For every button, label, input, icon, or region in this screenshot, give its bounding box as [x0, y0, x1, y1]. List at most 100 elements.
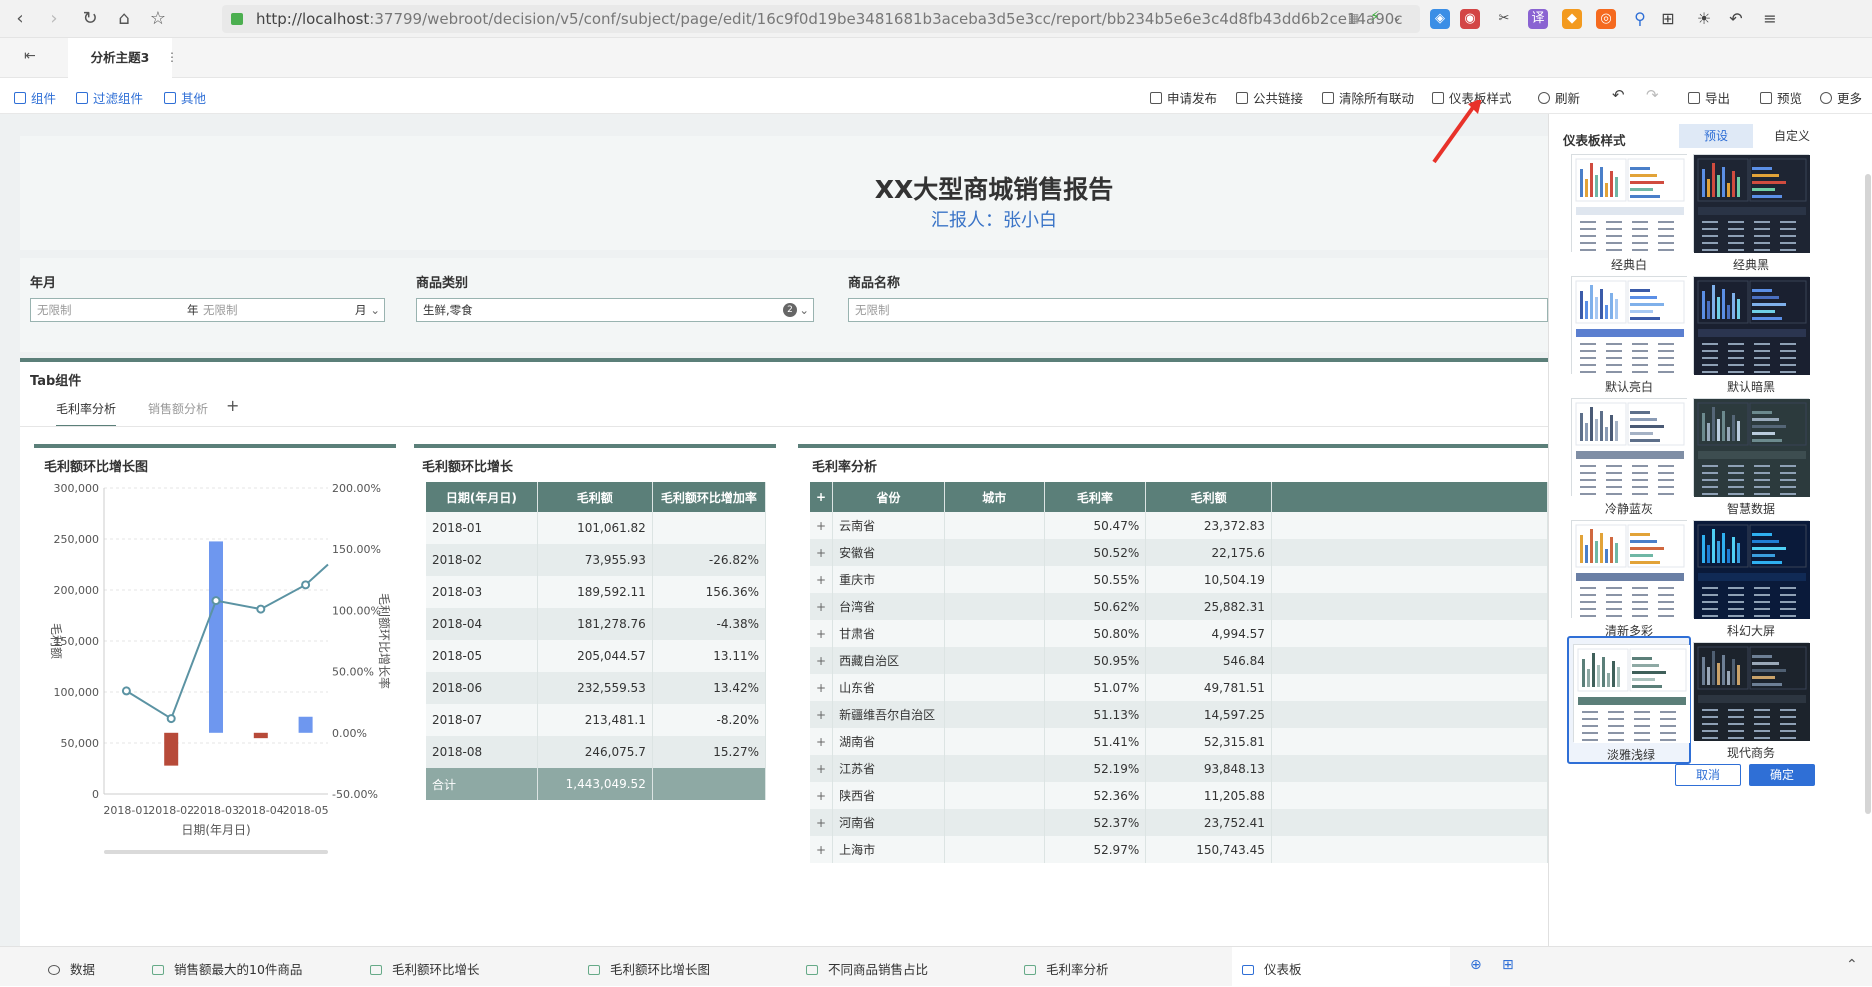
table-row[interactable]: + 云南省 50.47% 23,372.83: [810, 512, 1548, 539]
expand-icon[interactable]: +: [810, 539, 834, 566]
theme-card[interactable]: 清新多彩: [1567, 514, 1691, 642]
combo-chart[interactable]: 300,000250,000200,000150,000100,00050,00…: [34, 476, 396, 946]
expand-icon[interactable]: +: [810, 512, 834, 539]
table-row[interactable]: 2018-04 181,278.76 -4.38%: [426, 608, 767, 640]
table-row[interactable]: 2018-06 232,559.53 13.42%: [426, 672, 767, 704]
add-component-icon[interactable]: ⊕: [1470, 957, 1482, 973]
column-header[interactable]: 城市: [944, 482, 1045, 512]
table-row[interactable]: + 西藏自治区 50.95% 546.84: [810, 647, 1548, 674]
undo-icon[interactable]: ↶: [1612, 86, 1625, 104]
theme-card[interactable]: 淡雅浅绿: [1567, 636, 1691, 764]
bar[interactable]: [209, 541, 223, 733]
bottom-tab-dashboard[interactable]: 仪表板: [1242, 959, 1302, 978]
bottom-tab-growth[interactable]: 毛利额环比增长: [370, 959, 480, 978]
expand-icon[interactable]: +: [810, 674, 834, 701]
theme-card[interactable]: 经典黑: [1689, 148, 1813, 276]
table-panel-margin[interactable]: 毛利率分析 + 省份 城市 毛利率 毛利额 + 云南省 50.47% 23,372.83 + 安徽省…: [798, 444, 1548, 944]
theme-card[interactable]: 现代商务: [1689, 636, 1813, 764]
column-header[interactable]: 日期(年月日): [426, 482, 538, 512]
bottom-tab-growth-chart[interactable]: 毛利额环比增长图: [588, 959, 710, 978]
menu-icon[interactable]: ≡: [1760, 9, 1780, 29]
bar[interactable]: [164, 732, 179, 766]
undo-icon[interactable]: ↶: [1726, 9, 1746, 29]
collapse-up-icon[interactable]: ⌃: [1846, 957, 1858, 973]
data-point[interactable]: [166, 714, 176, 724]
expand-icon[interactable]: +: [810, 566, 834, 593]
table-row[interactable]: + 台湾省 50.62% 25,882.31: [810, 593, 1548, 620]
extension-icon[interactable]: ◉: [1460, 9, 1480, 29]
table-row[interactable]: 2018-05 205,044.57 13.11%: [426, 640, 767, 672]
theme-card[interactable]: 默认亮白: [1567, 270, 1691, 398]
clear-linkage-button[interactable]: 清除所有联动: [1322, 88, 1414, 107]
table-row[interactable]: 2018-08 246,075.7 15.27%: [426, 736, 767, 768]
expand-icon[interactable]: +: [810, 701, 834, 728]
table-row[interactable]: + 江苏省 52.19% 93,848.13: [810, 755, 1548, 782]
extension-icon[interactable]: ◈: [1430, 9, 1450, 29]
table-row[interactable]: 2018-02 73,955.93 -26.82%: [426, 544, 767, 576]
category-filter[interactable]: 生鲜,零食 2 ⌄: [416, 298, 814, 322]
tab-custom[interactable]: 自定义: [1755, 124, 1829, 148]
translate-icon[interactable]: 译: [1528, 9, 1548, 29]
table-row[interactable]: + 陕西省 52.36% 11,205.88: [810, 782, 1548, 809]
search-icon[interactable]: ⚲: [1630, 9, 1650, 29]
data-point[interactable]: [211, 596, 221, 606]
bottom-tab-top10[interactable]: 销售额最大的10件商品: [152, 959, 302, 978]
bar[interactable]: [253, 732, 268, 739]
apply-publish-button[interactable]: 申请发布: [1150, 88, 1217, 107]
bar[interactable]: [298, 716, 313, 733]
column-header[interactable]: +: [810, 482, 834, 512]
column-header[interactable]: 毛利率: [1044, 482, 1147, 512]
chart-scrollbar[interactable]: [104, 850, 328, 854]
expand-icon[interactable]: +: [810, 647, 834, 674]
reader-icon[interactable]: ▦: [1348, 11, 1359, 25]
expand-icon[interactable]: +: [810, 728, 834, 755]
export-button[interactable]: 导出: [1688, 88, 1730, 107]
theme-card[interactable]: 经典白: [1567, 148, 1691, 276]
more-icon[interactable]: ⋮: [166, 50, 178, 64]
confirm-button[interactable]: 确定: [1749, 764, 1815, 786]
more-button[interactable]: 更多: [1820, 88, 1862, 107]
theme-card[interactable]: 科幻大屏: [1689, 514, 1813, 642]
theme-card[interactable]: 默认暗黑: [1689, 270, 1813, 398]
address-bar[interactable]: http://localhost:37799/webroot/decision/…: [222, 5, 1420, 33]
extension-icon[interactable]: ◆: [1562, 9, 1582, 29]
table-row[interactable]: + 上海市 52.97% 150,743.45: [810, 836, 1548, 863]
public-link-button[interactable]: 公共链接: [1236, 88, 1303, 107]
expand-icon[interactable]: +: [810, 593, 834, 620]
table-row[interactable]: + 重庆市 50.55% 10,504.19: [810, 566, 1548, 593]
table-panel-growth[interactable]: 毛利额环比增长 日期(年月日) 毛利额 毛利额环比增加率 2018-01 101,061…: [414, 444, 776, 944]
bottom-tab-margin[interactable]: 毛利率分析: [1024, 959, 1109, 978]
other-button[interactable]: 其他: [164, 88, 206, 107]
column-header[interactable]: 省份: [832, 482, 946, 512]
cancel-button[interactable]: 取消: [1675, 764, 1741, 786]
bottom-tab-data[interactable]: 数据: [48, 959, 95, 978]
tab-preset[interactable]: 预设: [1679, 124, 1753, 148]
cut-icon[interactable]: ✂: [1494, 9, 1514, 29]
data-point[interactable]: [121, 686, 131, 696]
expand-icon[interactable]: +: [810, 836, 834, 863]
table-row[interactable]: + 甘肃省 50.80% 4,994.57: [810, 620, 1548, 647]
filter-component-button[interactable]: 过滤组件: [76, 88, 143, 107]
theme-card[interactable]: 智慧数据: [1689, 392, 1813, 520]
add-dashboard-icon[interactable]: ⊞: [1502, 957, 1514, 973]
back-icon[interactable]: ‹: [8, 7, 32, 31]
game-icon[interactable]: ◎: [1596, 9, 1616, 29]
brightness-icon[interactable]: ☀: [1694, 9, 1714, 29]
bolt-icon[interactable]: ⚡: [1370, 9, 1380, 25]
tab-analysis-subject[interactable]: 分析主题3: [68, 38, 172, 78]
column-header[interactable]: 毛利额: [1145, 482, 1272, 512]
component-button[interactable]: 组件: [14, 88, 56, 107]
collapse-icon[interactable]: ⇤: [24, 48, 36, 64]
expand-icon[interactable]: +: [810, 782, 834, 809]
add-tab-button[interactable]: +: [226, 396, 239, 415]
tab-gross-margin[interactable]: 毛利率分析: [56, 400, 117, 427]
expand-icon[interactable]: +: [810, 755, 834, 782]
data-point[interactable]: [301, 580, 311, 590]
chevron-down-icon[interactable]: ⌄: [799, 299, 809, 321]
theme-card[interactable]: 冷静蓝灰: [1567, 392, 1691, 520]
table-row[interactable]: 2018-01 101,061.82: [426, 512, 767, 544]
chevron-down-icon[interactable]: ⌄: [370, 299, 380, 321]
column-header[interactable]: 毛利额: [537, 482, 653, 512]
table-row[interactable]: + 河南省 52.37% 23,752.41: [810, 809, 1548, 836]
bookmark-star-icon[interactable]: ☆: [146, 7, 170, 31]
